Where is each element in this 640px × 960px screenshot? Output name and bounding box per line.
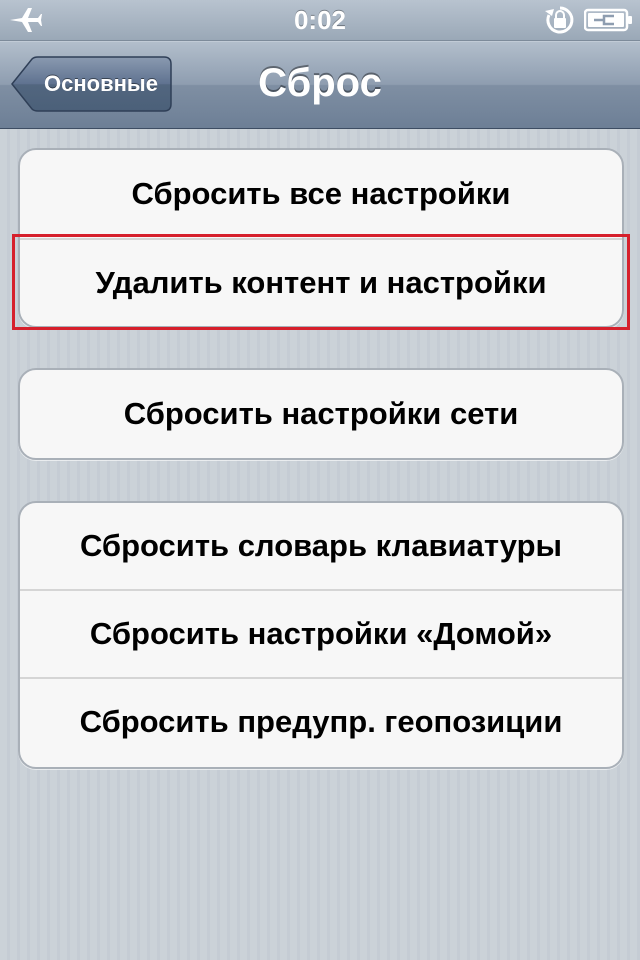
reset-network-settings-button[interactable]: Сбросить настройки сети [20, 370, 622, 458]
back-button-label: Основные [44, 71, 158, 96]
erase-content-and-settings-button[interactable]: Удалить контент и настройки [20, 238, 622, 326]
navigation-bar: Основные Сброс [0, 41, 640, 129]
reset-location-warnings-button[interactable]: Сбросить предупр. геопозиции [20, 677, 622, 765]
reset-group-network: Сбросить настройки сети [18, 368, 624, 460]
reset-home-screen-layout-button[interactable]: Сбросить настройки «Домой» [20, 589, 622, 677]
reset-group-general: Сбросить все настройки Удалить контент и… [18, 148, 624, 328]
reset-keyboard-dictionary-button[interactable]: Сбросить словарь клавиатуры [20, 503, 622, 589]
rotation-lock-icon [545, 6, 574, 34]
reset-group-other: Сбросить словарь клавиатуры Сбросить нас… [18, 501, 624, 769]
page-title: Сброс [258, 61, 382, 105]
battery-charging-icon [584, 8, 632, 32]
status-bar: 0:02 [0, 0, 640, 41]
reset-all-settings-button[interactable]: Сбросить все настройки [20, 150, 622, 238]
back-button[interactable]: Основные [10, 56, 172, 112]
